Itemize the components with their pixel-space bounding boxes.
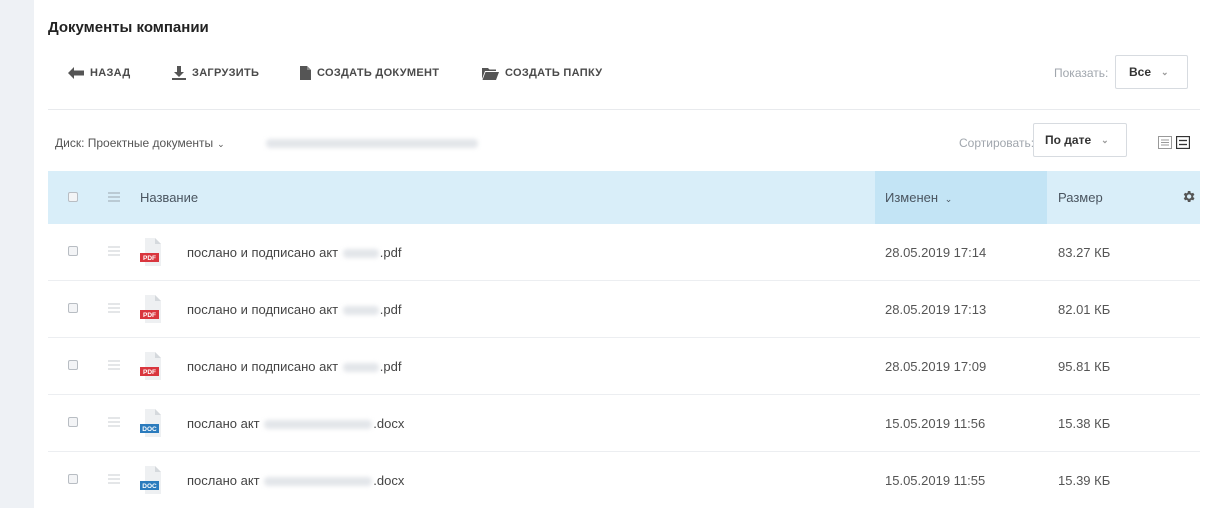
create-document-button-label: СОЗДАТЬ ДОКУМЕНТ: [317, 67, 440, 79]
file-extension: .docx: [373, 473, 405, 488]
modified-date: 28.05.2019 17:13: [885, 302, 987, 317]
svg-text:DOC: DOC: [142, 426, 157, 433]
filter-bar: Диск: Проектные документы ⌄ Сортировать: …: [48, 123, 1200, 158]
sort-value: По дате: [1045, 133, 1092, 147]
folder-open-icon: [482, 67, 499, 80]
table-row[interactable]: PDF послано и подписано акт .pdf 28.05.2…: [48, 224, 1200, 281]
file-size: 95.81 КБ: [1058, 359, 1111, 374]
file-extension: .pdf: [379, 359, 402, 374]
show-filter-value: Все: [1129, 65, 1152, 79]
file-name-link[interactable]: послано и подписано акт .pdf: [187, 224, 401, 281]
modified-date: 15.05.2019 11:55: [885, 473, 986, 488]
file-size: 82.01 КБ: [1058, 302, 1111, 317]
pdf-file-icon: PDF: [140, 352, 161, 380]
disk-selector[interactable]: Диск: Проектные документы ⌄: [55, 128, 225, 158]
svg-text:PDF: PDF: [143, 369, 156, 376]
download-icon: [172, 66, 186, 80]
column-header-modified-label: Изменен: [885, 190, 939, 205]
drag-handle-icon[interactable]: [108, 417, 120, 427]
blurred-breadcrumb: [266, 139, 478, 148]
drag-handle-icon[interactable]: [108, 474, 120, 484]
show-filter-dropdown[interactable]: Все ⌄: [1115, 55, 1188, 89]
disk-selector-label: Диск: Проектные документы: [55, 136, 214, 150]
svg-text:PDF: PDF: [143, 255, 156, 262]
pdf-file-icon: PDF: [140, 238, 161, 266]
create-folder-button[interactable]: СОЗДАТЬ ПАПКУ: [482, 58, 602, 88]
toolbar: НАЗАД ЗАГРУЗИТЬ СОЗДАТЬ ДОКУМЕНТ СОЗДАТЬ…: [48, 55, 1200, 89]
column-header-name[interactable]: Название: [140, 171, 198, 224]
table-row[interactable]: PDF послано и подписано акт .pdf 28.05.2…: [48, 338, 1200, 395]
gear-icon[interactable]: [1181, 189, 1196, 204]
svg-text:DOC: DOC: [142, 483, 157, 490]
drag-handle-icon[interactable]: [108, 360, 120, 370]
column-header-modified[interactable]: Изменен ⌄: [875, 171, 1047, 224]
blurred-text: [264, 477, 373, 487]
document-icon: [300, 66, 311, 80]
modified-date: 28.05.2019 17:09: [885, 359, 987, 374]
file-name-prefix: послано и подписано акт: [187, 245, 339, 260]
table-row[interactable]: DOC послано акт .docx 15.05.2019 11:56 1…: [48, 395, 1200, 452]
file-name-link[interactable]: послано и подписано акт .pdf: [187, 338, 401, 395]
file-extension: .pdf: [379, 245, 402, 260]
blurred-text: [342, 249, 379, 259]
page-title: Документы компании: [48, 19, 209, 36]
file-name-link[interactable]: послано акт .docx: [187, 395, 404, 452]
row-checkbox[interactable]: [68, 246, 78, 256]
file-name-prefix: послано акт: [187, 416, 260, 431]
sort-label: Сортировать:: [959, 136, 1035, 150]
file-name-prefix: послано и подписано акт: [187, 359, 339, 374]
select-all-checkbox[interactable]: [68, 192, 78, 202]
blurred-text: [342, 306, 379, 316]
column-header-size[interactable]: Размер: [1058, 171, 1103, 224]
blurred-text: [264, 420, 373, 430]
show-label: Показать:: [1054, 66, 1109, 80]
chevron-down-icon: ⌄: [1101, 134, 1109, 145]
chevron-down-icon: ⌄: [944, 194, 953, 204]
doc-file-icon: DOC: [140, 466, 161, 494]
file-size: 83.27 КБ: [1058, 245, 1111, 260]
modified-date: 28.05.2019 17:14: [885, 245, 987, 260]
file-size: 15.38 КБ: [1058, 416, 1111, 431]
row-checkbox[interactable]: [68, 360, 78, 370]
documents-panel: Документы компании НАЗАД ЗАГРУЗИТЬ СОЗДА…: [48, 0, 1200, 508]
upload-button-label: ЗАГРУЗИТЬ: [192, 67, 260, 79]
doc-file-icon: DOC: [140, 409, 161, 437]
svg-text:PDF: PDF: [143, 312, 156, 319]
table-row[interactable]: PDF послано и подписано акт .pdf 28.05.2…: [48, 281, 1200, 338]
drag-handle-icon[interactable]: [108, 303, 120, 313]
file-name-link[interactable]: послано и подписано акт .pdf: [187, 281, 401, 338]
file-size: 15.39 КБ: [1058, 473, 1111, 488]
upload-button[interactable]: ЗАГРУЗИТЬ: [172, 58, 259, 88]
file-name-prefix: послано и подписано акт: [187, 302, 339, 317]
left-sidebar-strip: [0, 0, 34, 508]
divider: [48, 109, 1200, 110]
arrow-left-icon: [68, 67, 84, 79]
sort-dropdown[interactable]: По дате ⌄: [1033, 123, 1127, 157]
row-checkbox[interactable]: [68, 417, 78, 427]
file-extension: .pdf: [379, 302, 402, 317]
documents-table: Название Изменен ⌄ Размер PDF послано и …: [48, 171, 1200, 508]
chevron-down-icon: ⌄: [217, 139, 225, 149]
list-view-icon[interactable]: [1176, 136, 1190, 149]
chevron-down-icon: ⌄: [1161, 66, 1169, 77]
blurred-text: [342, 363, 379, 373]
modified-date: 15.05.2019 11:56: [885, 416, 986, 431]
drag-handle-icon[interactable]: [108, 246, 120, 256]
back-button[interactable]: НАЗАД: [68, 58, 130, 88]
back-button-label: НАЗАД: [90, 67, 131, 79]
row-checkbox[interactable]: [68, 474, 78, 484]
file-name-link[interactable]: послано акт .docx: [187, 452, 404, 508]
table-header: Название Изменен ⌄ Размер: [48, 171, 1200, 224]
create-folder-button-label: СОЗДАТЬ ПАПКУ: [505, 67, 603, 79]
table-row[interactable]: DOC послано акт .docx 15.05.2019 11:55 1…: [48, 452, 1200, 508]
pdf-file-icon: PDF: [140, 295, 161, 323]
file-extension: .docx: [373, 416, 405, 431]
file-name-prefix: послано акт: [187, 473, 260, 488]
create-document-button[interactable]: СОЗДАТЬ ДОКУМЕНТ: [300, 58, 439, 88]
menu-lines-icon: [108, 192, 120, 202]
compact-list-view-icon[interactable]: [1158, 136, 1172, 149]
row-checkbox[interactable]: [68, 303, 78, 313]
